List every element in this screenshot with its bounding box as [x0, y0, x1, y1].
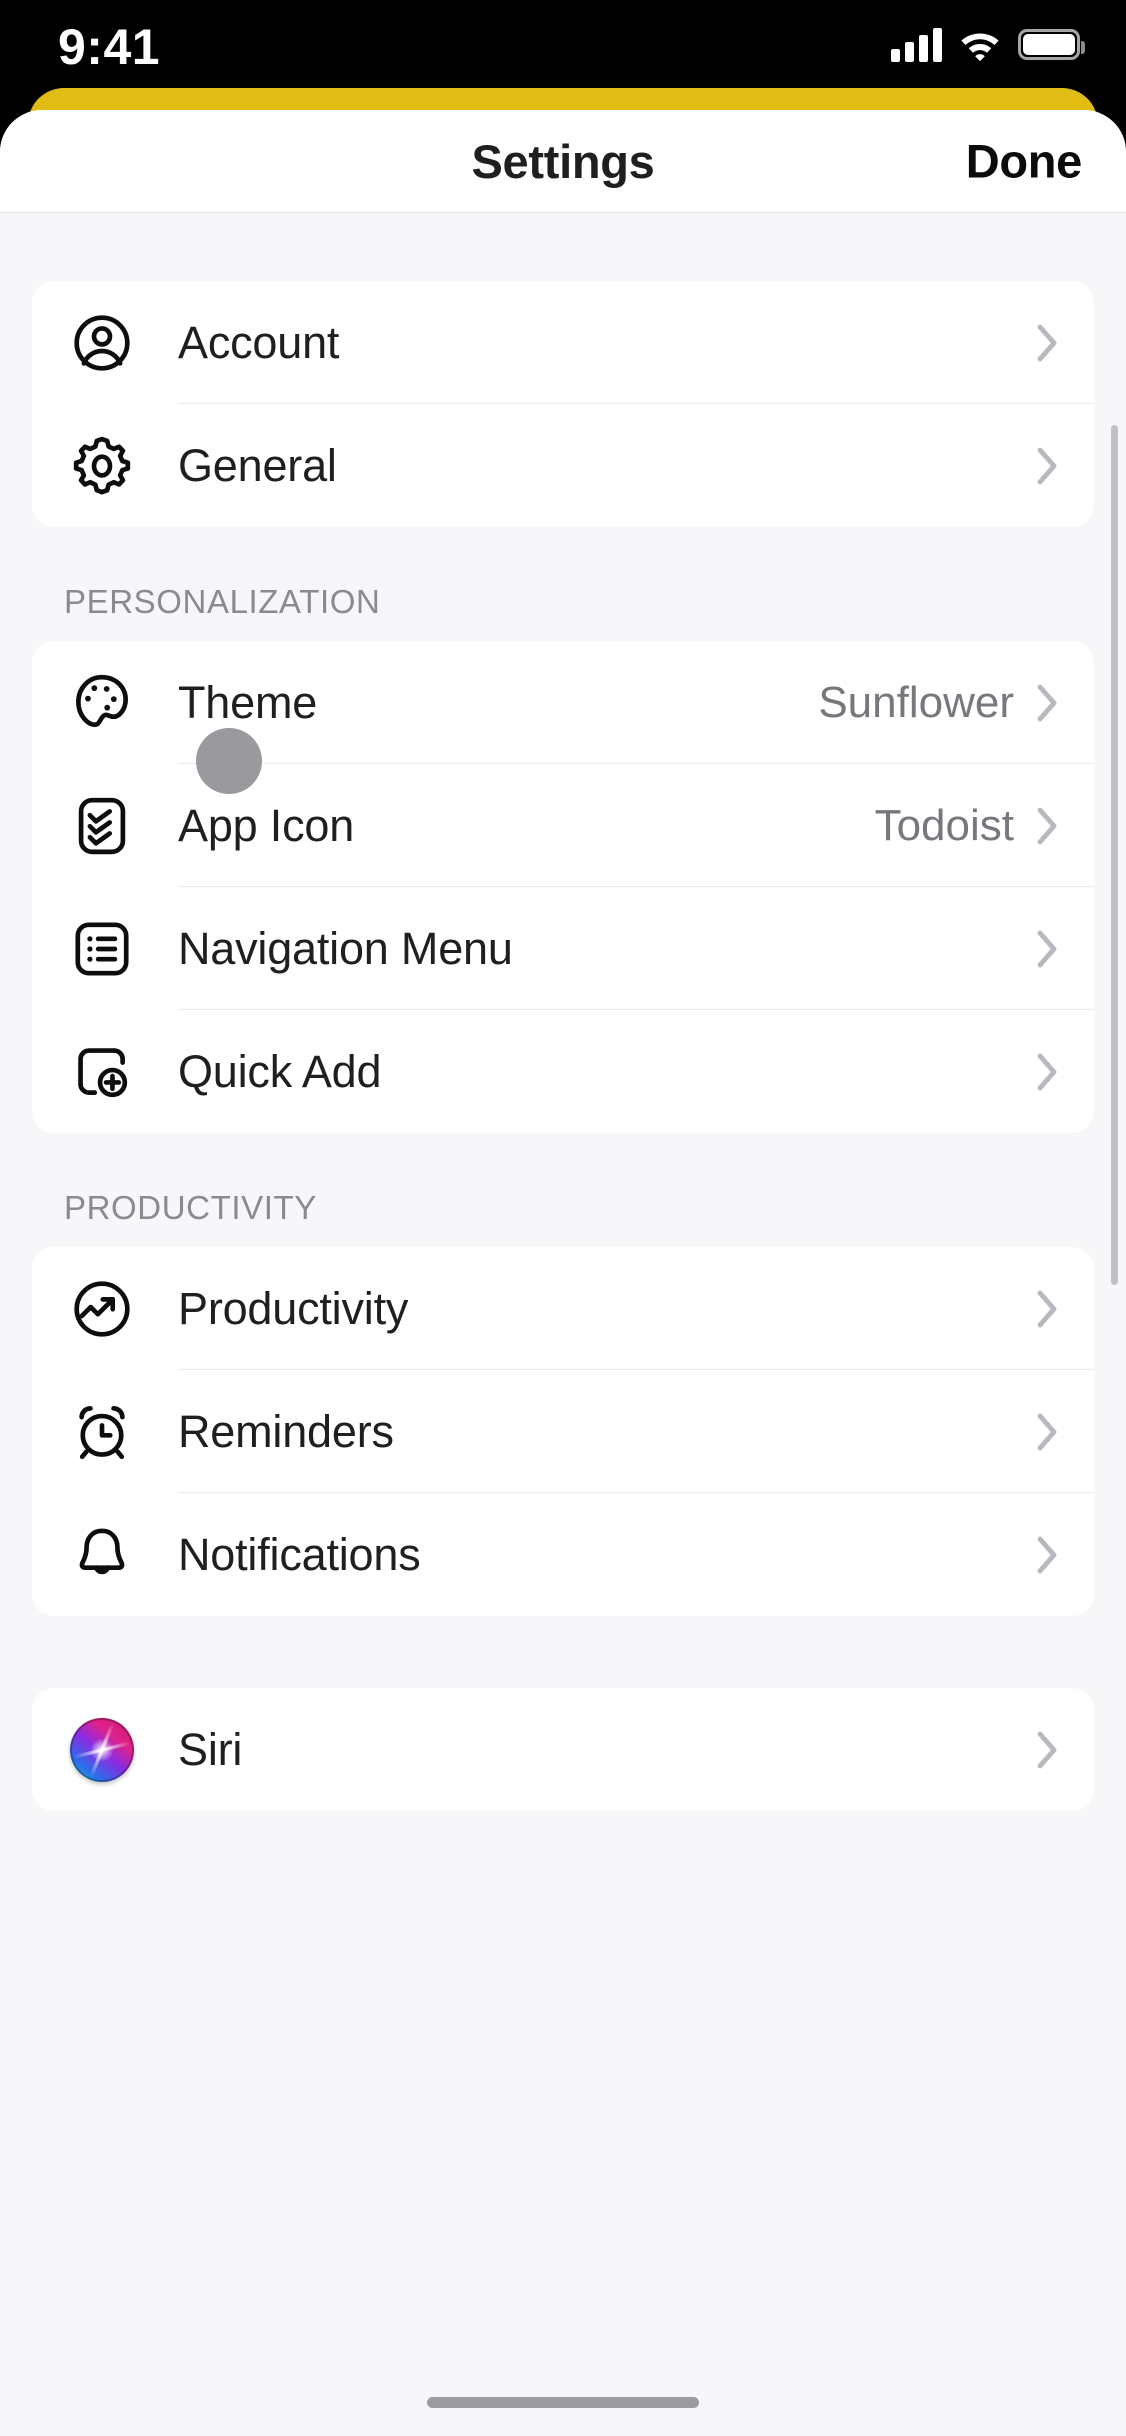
settings-row-notifications[interactable]: Notifications: [32, 1493, 1094, 1616]
chevron-right-icon: [1036, 806, 1060, 846]
home-indicator: [427, 2397, 699, 2408]
trending-up-circle-icon: [66, 1273, 138, 1345]
chevron-right-icon: [1036, 929, 1060, 969]
chevron-right-icon: [1036, 1730, 1060, 1770]
settings-row-label: Notifications: [178, 1528, 421, 1580]
settings-row-value: Todoist: [874, 800, 1014, 850]
settings-row-label: Productivity: [178, 1282, 409, 1334]
page-title: Settings: [471, 134, 655, 188]
chevron-right-icon: [1036, 683, 1060, 723]
settings-row-quick-add[interactable]: Quick Add: [32, 1010, 1094, 1133]
chevron-right-icon: [1036, 1052, 1060, 1092]
phone-screen: 9:41 Settings Done Account General PERSO…: [0, 0, 1126, 2436]
siri-orb-icon: [66, 1714, 138, 1786]
chevron-right-icon: [1036, 323, 1060, 363]
settings-row-navigation-menu[interactable]: Navigation Menu: [32, 887, 1094, 1010]
quick-add-plus-icon: [66, 1036, 138, 1108]
settings-sheet: Settings Done Account General PERSONALIZ…: [0, 110, 1126, 2436]
palette-icon: [66, 667, 138, 739]
settings-row-label: Account: [178, 316, 340, 368]
wifi-icon: [961, 33, 999, 61]
settings-group-account: Account General: [32, 281, 1094, 527]
settings-row-productivity[interactable]: Productivity: [32, 1247, 1094, 1370]
navigation-bar: Settings Done: [0, 110, 1126, 213]
settings-row-value: Sunflower: [818, 677, 1014, 727]
settings-row-label: Quick Add: [178, 1045, 382, 1097]
settings-row-app-icon[interactable]: App Icon Todoist: [32, 764, 1094, 887]
app-icon-badge-icon: [66, 790, 138, 862]
alarm-clock-icon: [66, 1396, 138, 1468]
settings-row-siri[interactable]: Siri: [32, 1688, 1094, 1811]
settings-row-label: App Icon: [178, 799, 355, 851]
done-button[interactable]: Done: [966, 134, 1083, 189]
chevron-right-icon: [1036, 1412, 1060, 1452]
cellular-signal-icon: [891, 26, 942, 62]
status-bar-indicators: [891, 26, 1085, 62]
person-circle-icon: [66, 307, 138, 379]
settings-row-label: Reminders: [178, 1405, 394, 1457]
settings-group-siri: Siri: [32, 1688, 1094, 1811]
settings-row-theme[interactable]: Theme Sunflower: [32, 641, 1094, 764]
status-bar-time: 9:41: [58, 19, 161, 75]
chevron-right-icon: [1036, 446, 1060, 486]
vertical-scrollbar[interactable]: [1111, 425, 1118, 1285]
settings-row-label: Theme: [178, 676, 318, 728]
settings-row-general[interactable]: General: [32, 404, 1094, 527]
settings-group-productivity: Productivity Reminders Notifications: [32, 1247, 1094, 1616]
settings-row-label: General: [178, 439, 337, 491]
list-menu-icon: [66, 913, 138, 985]
settings-list[interactable]: Account General PERSONALIZATION Theme Su…: [0, 213, 1126, 2436]
settings-row-account[interactable]: Account: [32, 281, 1094, 404]
bell-icon: [66, 1519, 138, 1591]
battery-full-icon: [1018, 28, 1085, 60]
section-header-productivity: PRODUCTIVITY: [64, 1189, 317, 1226]
settings-group-personalization: Theme Sunflower App Icon Todoist Navigat…: [32, 641, 1094, 1133]
section-header-personalization: PERSONALIZATION: [64, 583, 381, 620]
chevron-right-icon: [1036, 1535, 1060, 1575]
settings-row-reminders[interactable]: Reminders: [32, 1370, 1094, 1493]
settings-row-label: Navigation Menu: [178, 922, 513, 974]
gear-icon: [66, 430, 138, 502]
settings-row-label: Siri: [178, 1723, 243, 1775]
chevron-right-icon: [1036, 1289, 1060, 1329]
